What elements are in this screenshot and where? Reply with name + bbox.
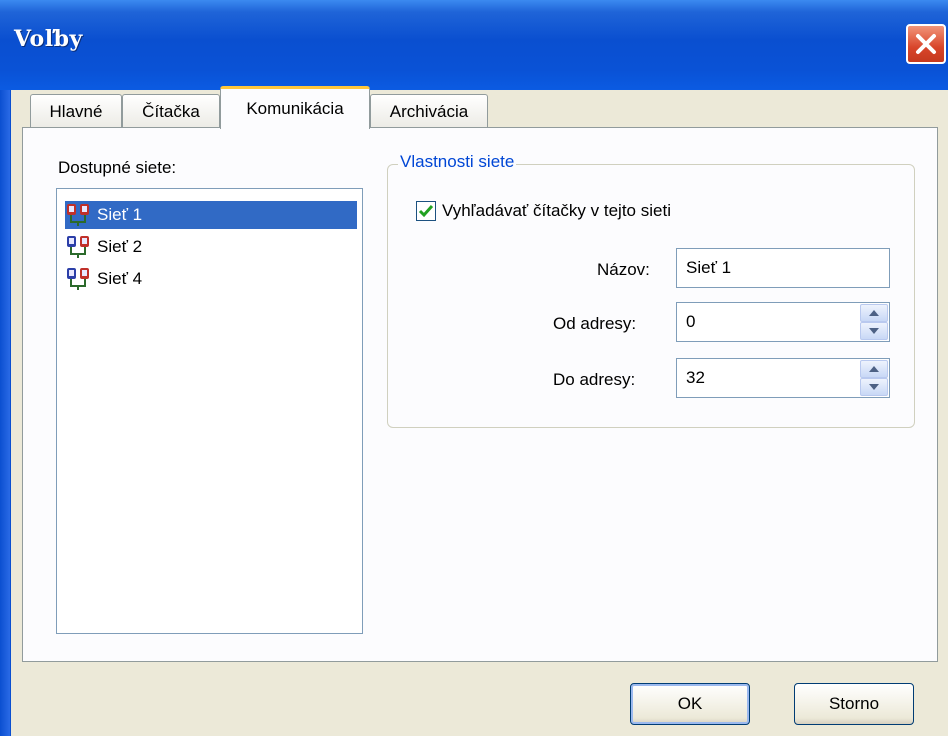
to-address-input[interactable] xyxy=(686,368,846,388)
to-address-spinner[interactable] xyxy=(860,360,888,396)
name-input[interactable] xyxy=(686,258,846,278)
cancel-button[interactable]: Storno xyxy=(794,683,914,725)
from-address-spinner[interactable] xyxy=(860,304,888,340)
list-item-label: Sieť 2 xyxy=(97,237,143,256)
arrow-up-icon xyxy=(869,366,879,372)
to-address-label: Do adresy: xyxy=(553,370,636,389)
from-address-input[interactable] xyxy=(686,312,846,332)
arrow-down-icon xyxy=(869,328,879,334)
search-readers-checkbox[interactable] xyxy=(416,201,436,221)
list-item[interactable]: Sieť 2 xyxy=(65,233,142,261)
name-field[interactable] xyxy=(676,248,890,288)
name-label: Názov: xyxy=(597,260,650,279)
arrow-up-icon xyxy=(869,310,879,316)
networks-list[interactable]: Sieť 1 Sieť 2 Sieť 4 xyxy=(56,188,363,634)
network-icon xyxy=(67,268,89,290)
list-item-label: Sieť 4 xyxy=(97,269,143,288)
network-icon xyxy=(67,236,89,258)
ok-button[interactable]: OK xyxy=(630,683,750,725)
group-title: Vlastnosti siete xyxy=(398,152,517,172)
arrow-down-icon xyxy=(869,384,879,390)
checkmark-icon xyxy=(418,205,434,218)
spin-up-button[interactable] xyxy=(860,360,888,378)
network-icon xyxy=(67,204,89,226)
spin-down-button[interactable] xyxy=(860,378,888,396)
spin-down-button[interactable] xyxy=(860,322,888,340)
spin-up-button[interactable] xyxy=(860,304,888,322)
from-address-stepper[interactable] xyxy=(676,302,890,342)
list-item[interactable]: Sieť 1 xyxy=(65,201,357,229)
search-readers-label[interactable]: Vyhľadávať čítačky v tejto sieti xyxy=(442,201,671,221)
from-address-label: Od adresy: xyxy=(553,314,637,333)
networks-label: Dostupné siete: xyxy=(58,158,177,177)
to-address-stepper[interactable] xyxy=(676,358,890,398)
list-item-label: Sieť 1 xyxy=(97,205,143,225)
list-item[interactable]: Sieť 4 xyxy=(65,265,142,293)
